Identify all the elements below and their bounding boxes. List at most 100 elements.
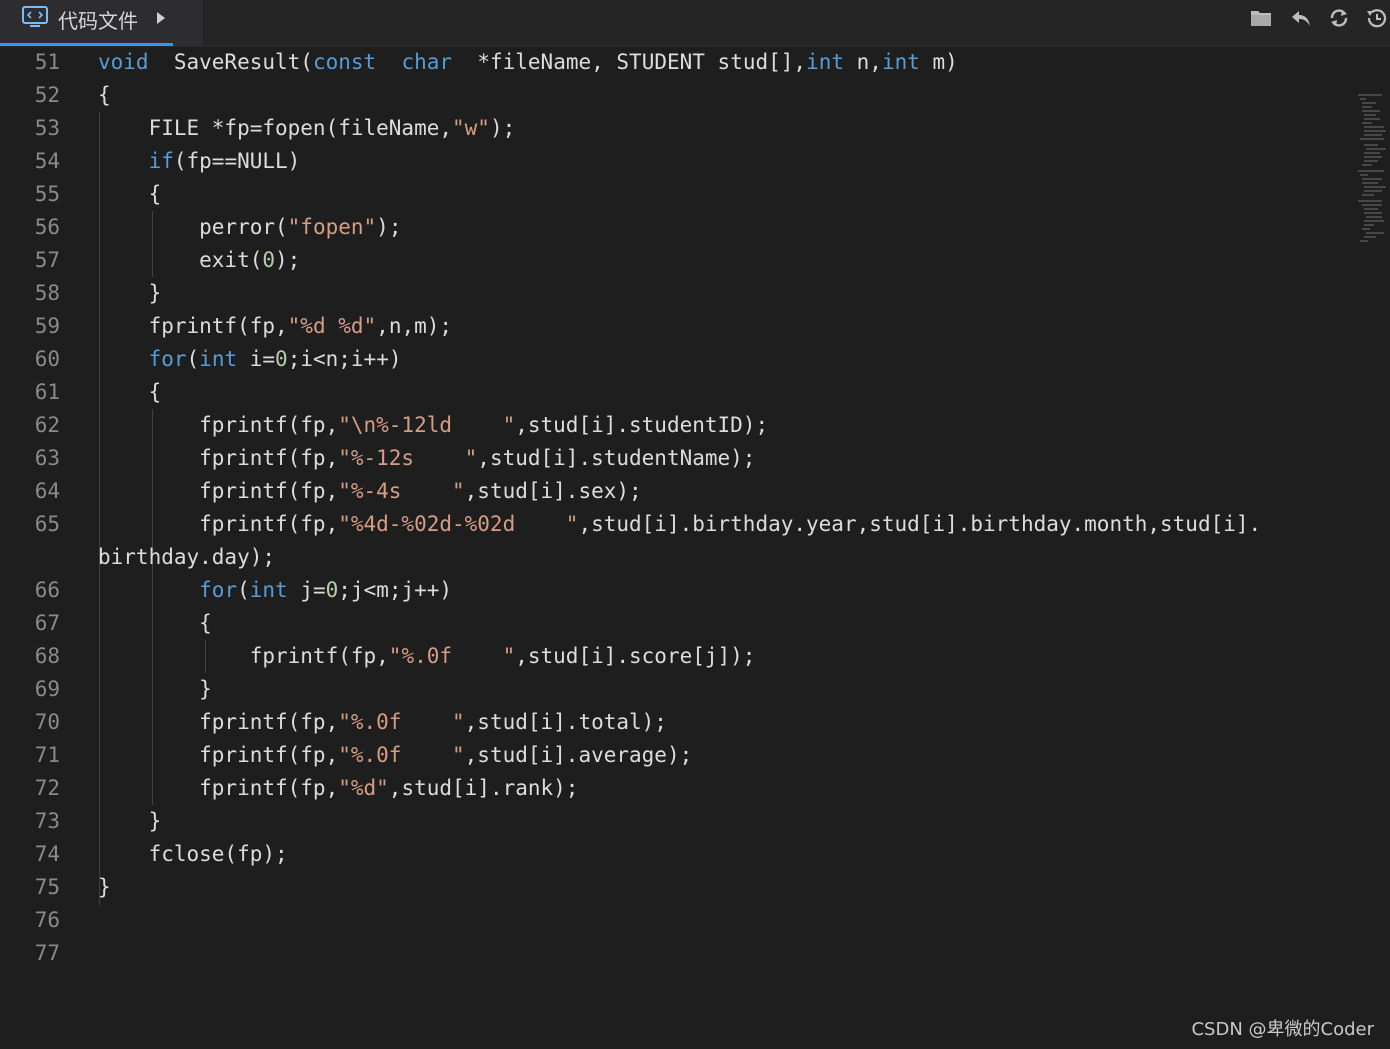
line-number: 55	[34, 182, 60, 206]
code-line[interactable]: 76	[0, 904, 1355, 937]
code-line[interactable]: 69 }	[0, 673, 1355, 706]
code-text: fprintf(fp,"%d %d",n,m);	[98, 310, 452, 343]
number-token: 0	[262, 248, 276, 272]
code-token: );	[376, 215, 402, 239]
code-line[interactable]: 75}	[0, 871, 1355, 904]
number-token: 0	[275, 347, 288, 371]
line-number: 59	[34, 314, 60, 338]
line-number: 76	[34, 908, 60, 932]
code-token: fclose(fp);	[98, 842, 288, 866]
history-icon[interactable]	[1364, 6, 1388, 30]
code-text: fclose(fp);	[98, 838, 288, 871]
line-number: 68	[34, 644, 60, 668]
refresh-icon[interactable]	[1327, 6, 1351, 30]
keyword-token: int	[881, 50, 920, 74]
code-token: ;i<n;i++)	[287, 347, 402, 371]
keyword-token: const	[312, 50, 377, 74]
keyword-token: for	[148, 347, 187, 371]
code-token: i=	[237, 347, 276, 371]
minimap[interactable]	[1358, 92, 1386, 252]
code-line[interactable]: 56 perror("fopen");	[0, 211, 1355, 244]
code-token: }	[98, 281, 162, 305]
code-line[interactable]: 77	[0, 937, 1355, 970]
code-text: }	[98, 871, 111, 904]
code-line[interactable]: 70 fprintf(fp,"%.0f ",stud[i].total);	[0, 706, 1355, 739]
line-number: 70	[34, 710, 60, 734]
code-line[interactable]: 71 fprintf(fp,"%.0f ",stud[i].average);	[0, 739, 1355, 772]
code-token: fprintf(fp,	[98, 644, 389, 668]
code-token: fprintf(fp,	[98, 314, 288, 338]
code-line[interactable]: 63 fprintf(fp,"%-12s ",stud[i].studentNa…	[0, 442, 1355, 475]
code-text: fprintf(fp,"%-4s ",stud[i].sex);	[98, 475, 642, 508]
code-text: birthday.day);	[98, 541, 275, 574]
code-token: FILE *fp=fopen(fileName,	[98, 116, 453, 140]
code-token: }	[98, 677, 212, 701]
code-token: {	[98, 182, 162, 206]
line-number: 65	[34, 512, 60, 536]
code-text: }	[98, 277, 162, 310]
code-token: ,stud[i].birthday.year,stud[i].birthday.…	[578, 512, 1262, 536]
keyword-token: void	[98, 50, 149, 74]
line-number: 72	[34, 776, 60, 800]
code-line[interactable]: 60 for(int i=0;i<n;i++)	[0, 343, 1355, 376]
line-number: 52	[34, 83, 60, 107]
code-token: ,stud[i].studentID);	[515, 413, 769, 437]
line-number: 75	[34, 875, 60, 899]
code-token: fprintf(fp,	[98, 479, 339, 503]
code-line[interactable]: 66 for(int j=0;j<m;j++)	[0, 574, 1355, 607]
code-token: fprintf(fp,	[98, 512, 339, 536]
line-number: 67	[34, 611, 60, 635]
code-line[interactable]: 53 FILE *fp=fopen(fileName,"w");	[0, 112, 1355, 145]
code-text: exit(0);	[98, 244, 300, 277]
string-token: "%d %d"	[287, 314, 377, 338]
line-number: 77	[34, 941, 60, 965]
code-line[interactable]: 52 {	[0, 79, 1355, 112]
code-line[interactable]: 54 if(fp==NULL)	[0, 145, 1355, 178]
chevron-right-icon[interactable]	[155, 11, 167, 25]
code-line[interactable]: 57 exit(0);	[0, 244, 1355, 277]
code-token: {	[98, 611, 212, 635]
code-line[interactable]: 51 void SaveResult(const char *fileName, …	[0, 46, 1355, 79]
code-line[interactable]: 72 fprintf(fp,"%d",stud[i].rank);	[0, 772, 1355, 805]
line-number: 66	[34, 578, 60, 602]
code-token: ,stud[i].average);	[464, 743, 693, 767]
code-text: }	[98, 673, 212, 706]
code-line[interactable]: 58 }	[0, 277, 1355, 310]
code-line[interactable]: 73 }	[0, 805, 1355, 838]
code-line[interactable]: 59 fprintf(fp,"%d %d",n,m);	[0, 310, 1355, 343]
line-number: 73	[34, 809, 60, 833]
code-token: }	[98, 875, 111, 899]
code-line[interactable]: 68 fprintf(fp,"%.0f ",stud[i].score[j]);	[0, 640, 1355, 673]
code-token: (	[186, 347, 200, 371]
code-token: fprintf(fp,	[98, 446, 339, 470]
code-line[interactable]: birthday.day);	[0, 541, 1355, 574]
keyword-token: int	[249, 578, 288, 602]
line-number: 56	[34, 215, 60, 239]
string-token: "fopen"	[287, 215, 377, 239]
code-line[interactable]: 67 {	[0, 607, 1355, 640]
code-file-icon	[22, 6, 48, 27]
string-token: "%-4s "	[338, 479, 465, 503]
code-text: fprintf(fp,"%.0f ",stud[i].score[j]);	[98, 640, 756, 673]
line-number: 54	[34, 149, 60, 173]
folder-icon[interactable]	[1249, 6, 1273, 30]
code-token: ,stud[i].studentName);	[477, 446, 756, 470]
undo-icon[interactable]	[1289, 6, 1313, 30]
code-line[interactable]: 62 fprintf(fp,"\n%-12ld ",stud[i].studen…	[0, 409, 1355, 442]
code-line[interactable]: 55 {	[0, 178, 1355, 211]
code-token: );	[489, 116, 516, 140]
keyword-token: for	[199, 578, 238, 602]
code-line[interactable]: 61 {	[0, 376, 1355, 409]
code-token: perror(	[98, 215, 288, 239]
code-editor[interactable]: 51 void SaveResult(const char *fileName, …	[0, 46, 1390, 1049]
code-line[interactable]: 64 fprintf(fp,"%-4s ",stud[i].sex);	[0, 475, 1355, 508]
code-line[interactable]: 65 fprintf(fp,"%4d-%02d-%02d ",stud[i].b…	[0, 508, 1355, 541]
code-line[interactable]: 74 fclose(fp);	[0, 838, 1355, 871]
file-tab[interactable]: 代码文件	[0, 0, 203, 46]
code-text: fprintf(fp,"%.0f ",stud[i].average);	[98, 739, 692, 772]
code-token: }	[98, 809, 162, 833]
line-number: 74	[34, 842, 60, 866]
code-token: ,stud[i].score[j]);	[515, 644, 756, 668]
